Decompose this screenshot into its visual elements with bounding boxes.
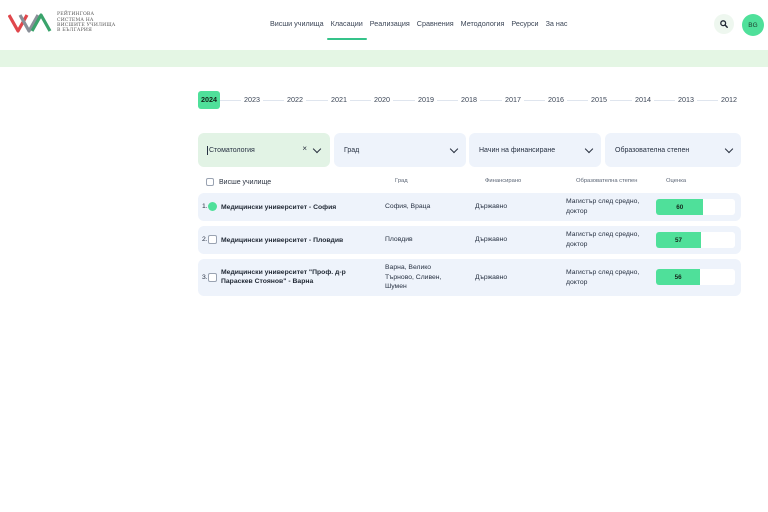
degree-filter-label: Образователна степен [615,146,690,154]
search-button[interactable] [714,14,734,34]
university-funding: Държавно [475,236,508,243]
funding-filter-label: Начин на финансиране [479,146,556,154]
nav-item-comparisons[interactable]: Сравнения [417,18,454,29]
clear-icon[interactable]: × [302,144,307,153]
year-2022[interactable]: 2022 [284,91,306,109]
chevron-down-icon [312,144,322,154]
score-fill: 56 [656,269,701,285]
year-2017[interactable]: 2017 [502,91,524,109]
university-degree: Магистър след средно, доктор [566,197,639,216]
row-number: 3. [202,274,208,281]
nav-item-about[interactable]: За нас [546,18,568,29]
nav-item-resources[interactable]: Ресурси [511,18,538,29]
university-name[interactable]: Медицински университет "Проф. д-р Параск… [221,268,346,286]
funding-filter[interactable]: Начин на финансиране [469,133,601,167]
score-bar: 57 [656,232,735,248]
row-checkbox[interactable] [208,235,217,244]
university-funding: Държавно [475,203,508,210]
year-2013[interactable]: 2013 [675,91,697,109]
chevron-down-icon [584,144,594,154]
column-header-degree: Образователна степен [576,178,638,184]
score-fill: 57 [656,232,702,248]
degree-line: доктор [566,240,588,248]
name-line: Параскев Стоянов" - Варна [221,278,314,285]
year-2015[interactable]: 2015 [588,91,610,109]
site-logo[interactable]: РЕЙТИНГОВА СИСТЕМА НА ВИСШИТЕ УЧИЛИЩА В … [8,12,115,34]
column-header-name: Висше училище [219,179,272,186]
chevron-down-icon [724,144,734,154]
year-2023[interactable]: 2023 [241,91,263,109]
language-button[interactable]: BG [742,14,764,36]
text-cursor [207,145,208,155]
top-banner [0,50,768,67]
year-2020[interactable]: 2020 [371,91,393,109]
table-row[interactable]: 1. Медицински университет - София София,… [198,193,741,221]
year-2014[interactable]: 2014 [632,91,654,109]
university-name[interactable]: Медицински университет - София [221,203,336,212]
nav-item-methodology[interactable]: Методология [461,18,505,29]
table-row[interactable]: 2. Медицински университет - Пловдив Плов… [198,226,741,254]
table-row[interactable]: 3. Медицински университет "Проф. д-р Пар… [198,259,741,296]
column-header-city: Град [395,178,408,184]
degree-line: доктор [566,207,588,215]
city-line: Варна, Велико [385,264,432,271]
university-city: Пловдив [385,236,413,243]
logo-mark-icon [8,13,52,33]
search-icon [720,20,728,28]
degree-line: Магистър след средно, [566,198,640,205]
row-number: 2. [202,236,208,243]
score-bar: 56 [656,269,735,285]
name-line: Медицински университет "Проф. д-р [221,269,346,276]
nav-item-realization[interactable]: Реализация [370,18,410,29]
nav-item-rankings[interactable]: Класации [326,18,367,40]
year-selector: 2024 2023 2022 2021 2020 2019 2018 2017 … [198,91,741,109]
select-all-checkbox[interactable] [206,178,214,186]
column-header-funding: Финансирано [485,178,522,184]
year-2024[interactable]: 2024 [198,91,220,109]
degree-line: Магистър след средно, [566,231,640,238]
score-fill: 60 [656,199,704,215]
city-filter-label: Град [344,146,360,154]
city-line: Търново, Сливен, [385,273,442,281]
specialty-value: Стоматология [209,146,255,154]
year-2021[interactable]: 2021 [328,91,350,109]
row-number: 1. [202,203,208,210]
university-city: Варна, Велико Търново, Сливен, Шумен [385,263,441,292]
top-header: РЕЙТИНГОВА СИСТЕМА НА ВИСШИТЕ УЧИЛИЩА В … [0,0,768,50]
row-checkbox[interactable] [208,202,217,211]
city-line: Шумен [385,283,407,290]
year-2019[interactable]: 2019 [415,91,437,109]
university-funding: Държавно [475,274,508,281]
year-2016[interactable]: 2016 [545,91,567,109]
row-checkbox[interactable] [208,273,217,282]
logo-line: В БЪЛГАРИЯ [57,28,93,34]
column-header-score: Оценка [666,178,687,184]
degree-filter[interactable]: Образователна степен [605,133,741,167]
degree-line: доктор [566,278,588,286]
degree-line: Магистър след средно, [566,269,640,276]
logo-text: РЕЙТИНГОВА СИСТЕМА НА ВИСШИТЕ УЧИЛИЩА В … [57,12,115,34]
university-degree: Магистър след средно, доктор [566,268,639,287]
chevron-down-icon [449,144,459,154]
year-2012[interactable]: 2012 [718,91,740,109]
year-2018[interactable]: 2018 [458,91,480,109]
nav-item-universities[interactable]: Висши училища [270,18,324,29]
city-filter[interactable]: Град [334,133,466,167]
university-degree: Магистър след средно, доктор [566,230,639,249]
specialty-filter[interactable]: Стоматология × [198,133,330,167]
university-city: София, Враца [385,203,431,210]
score-bar: 60 [656,199,735,215]
university-name[interactable]: Медицински университет - Пловдив [221,236,343,245]
main-nav: Висши училища Класации Реализация Сравне… [270,18,568,40]
